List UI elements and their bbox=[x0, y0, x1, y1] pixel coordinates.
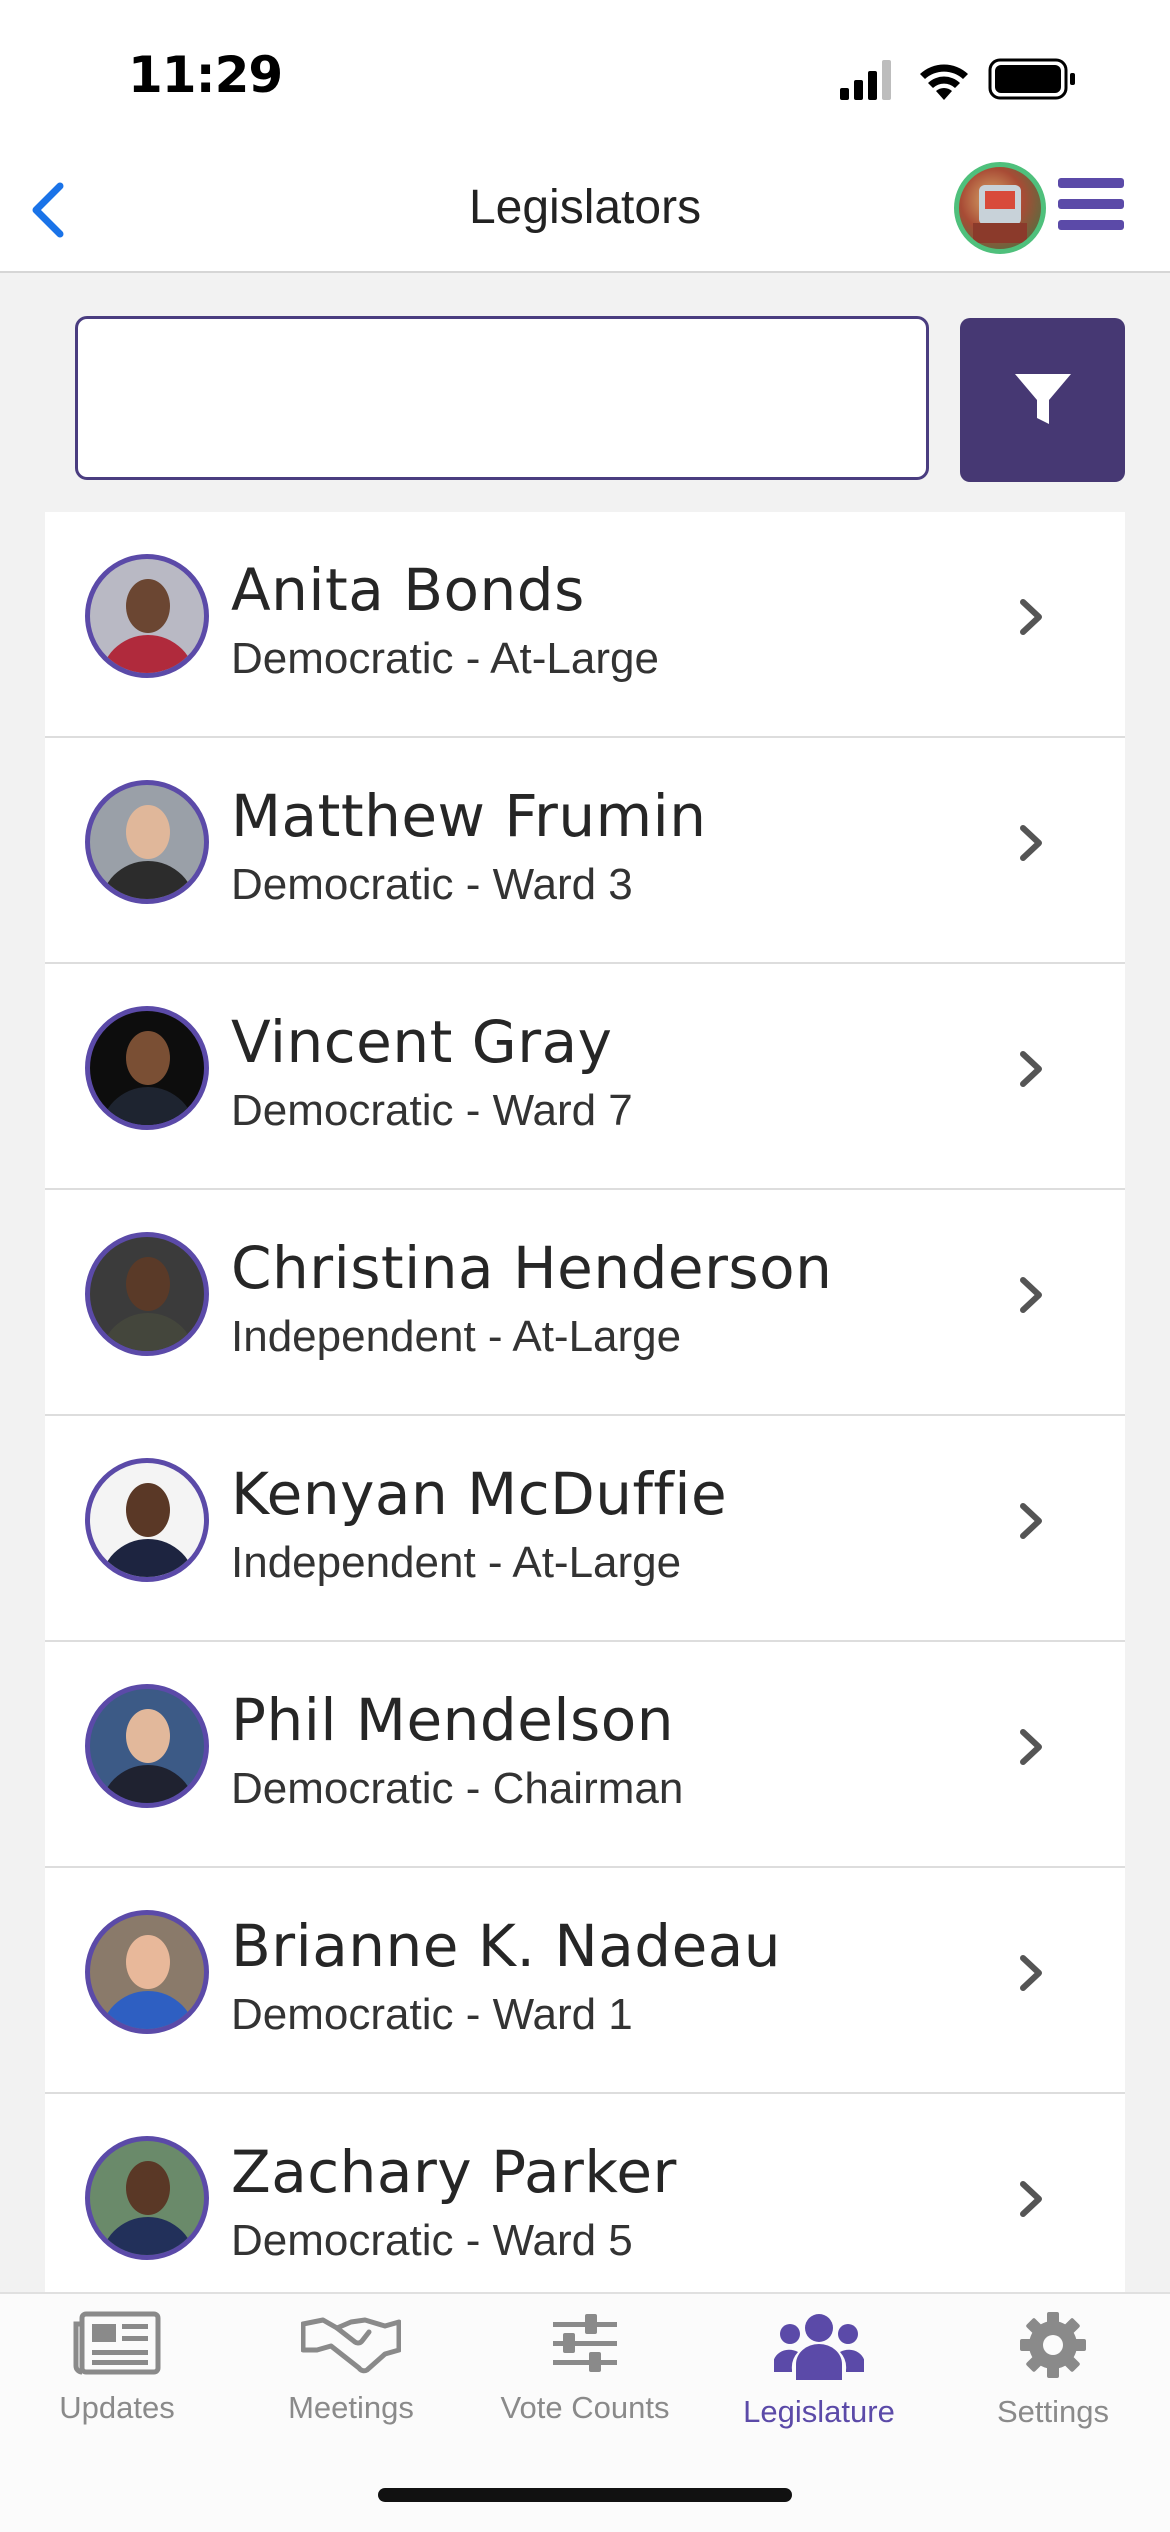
tab-updates[interactable]: Updates bbox=[0, 2310, 234, 2460]
status-icons bbox=[840, 54, 1090, 104]
list-item[interactable]: Anita Bonds Democratic - At-Large bbox=[45, 512, 1125, 738]
legislator-list: Anita Bonds Democratic - At-Large Matthe… bbox=[45, 512, 1125, 2292]
list-item[interactable]: Matthew Frumin Democratic - Ward 3 bbox=[45, 738, 1125, 964]
search-input[interactable] bbox=[75, 316, 929, 480]
list-item[interactable]: Christina Henderson Independent - At-Lar… bbox=[45, 1190, 1125, 1416]
tab-legislature[interactable]: Legislature bbox=[702, 2310, 936, 2460]
chevron-right-icon bbox=[1020, 2181, 1042, 2217]
battery-icon bbox=[988, 58, 1075, 100]
legislator-name: Phil Mendelson bbox=[231, 1686, 674, 1754]
chevron-right-icon bbox=[1020, 1277, 1042, 1313]
tab-label: Updates bbox=[59, 2390, 175, 2425]
avatar bbox=[85, 554, 209, 678]
newspaper-icon bbox=[73, 2311, 161, 2375]
tab-label: Meetings bbox=[288, 2390, 414, 2425]
home-indicator bbox=[378, 2488, 792, 2502]
legislator-name: Kenyan McDuffie bbox=[231, 1460, 728, 1528]
tab-label: Settings bbox=[996, 2394, 1109, 2429]
legislator-party-ward: Democratic - Ward 5 bbox=[231, 2216, 633, 2265]
list-item[interactable]: Brianne K. Nadeau Democratic - Ward 1 bbox=[45, 1868, 1125, 2094]
avatar bbox=[85, 1458, 209, 1582]
status-time: 11:29 bbox=[128, 46, 283, 104]
list-item[interactable]: Phil Mendelson Democratic - Chairman bbox=[45, 1642, 1125, 1868]
tab-label: Legislature bbox=[743, 2394, 895, 2429]
list-item[interactable]: Kenyan McDuffie Independent - At-Large bbox=[45, 1416, 1125, 1642]
status-bar: 11:29 bbox=[0, 0, 1170, 150]
avatar bbox=[85, 1910, 209, 2034]
tab-label: Vote Counts bbox=[500, 2390, 670, 2425]
sliders-icon bbox=[553, 2314, 617, 2372]
chevron-right-icon bbox=[1020, 825, 1042, 861]
tab-vote-counts[interactable]: Vote Counts bbox=[468, 2310, 702, 2460]
list-item[interactable]: Zachary Parker Democratic - Ward 5 bbox=[45, 2094, 1125, 2292]
legislator-party-ward: Independent - At-Large bbox=[231, 1312, 682, 1361]
users-icon bbox=[774, 2314, 864, 2380]
avatar bbox=[85, 2136, 209, 2260]
cellular-signal-icon bbox=[840, 60, 891, 100]
avatar bbox=[85, 780, 209, 904]
list-item[interactable]: Vincent Gray Democratic - Ward 7 bbox=[45, 964, 1125, 1190]
avatar bbox=[85, 1232, 209, 1356]
avatar bbox=[85, 1006, 209, 1130]
user-avatar[interactable] bbox=[954, 162, 1046, 254]
legislator-name: Zachary Parker bbox=[231, 2138, 677, 2206]
tab-settings[interactable]: Settings bbox=[936, 2310, 1170, 2460]
legislator-party-ward: Democratic - Ward 3 bbox=[231, 860, 633, 909]
hamburger-menu-icon[interactable] bbox=[1058, 178, 1124, 238]
legislator-name: Christina Henderson bbox=[231, 1234, 833, 1302]
legislator-party-ward: Democratic - At-Large bbox=[231, 634, 659, 683]
legislator-name: Anita Bonds bbox=[231, 556, 585, 624]
gear-icon bbox=[1020, 2312, 1086, 2378]
chevron-right-icon bbox=[1020, 599, 1042, 635]
legislator-name: Vincent Gray bbox=[231, 1008, 613, 1076]
legislator-party-ward: Democratic - Ward 1 bbox=[231, 1990, 633, 2039]
filter-button[interactable] bbox=[960, 318, 1125, 482]
tab-meetings[interactable]: Meetings bbox=[234, 2310, 468, 2460]
chevron-right-icon bbox=[1020, 1729, 1042, 1765]
legislator-party-ward: Independent - At-Large bbox=[231, 1538, 682, 1587]
chevron-right-icon bbox=[1020, 1051, 1042, 1087]
chevron-right-icon bbox=[1020, 1955, 1042, 1991]
legislator-party-ward: Democratic - Chairman bbox=[231, 1764, 684, 1813]
legislator-party-ward: Democratic - Ward 7 bbox=[231, 1086, 633, 1135]
legislator-name: Matthew Frumin bbox=[231, 782, 707, 850]
legislator-name: Brianne K. Nadeau bbox=[231, 1912, 782, 1980]
wifi-icon bbox=[920, 64, 968, 100]
nav-bar: Legislators bbox=[0, 150, 1170, 273]
filter-icon bbox=[1014, 374, 1071, 424]
chevron-right-icon bbox=[1020, 1503, 1042, 1539]
avatar bbox=[85, 1684, 209, 1808]
handshake-icon bbox=[301, 2317, 401, 2374]
